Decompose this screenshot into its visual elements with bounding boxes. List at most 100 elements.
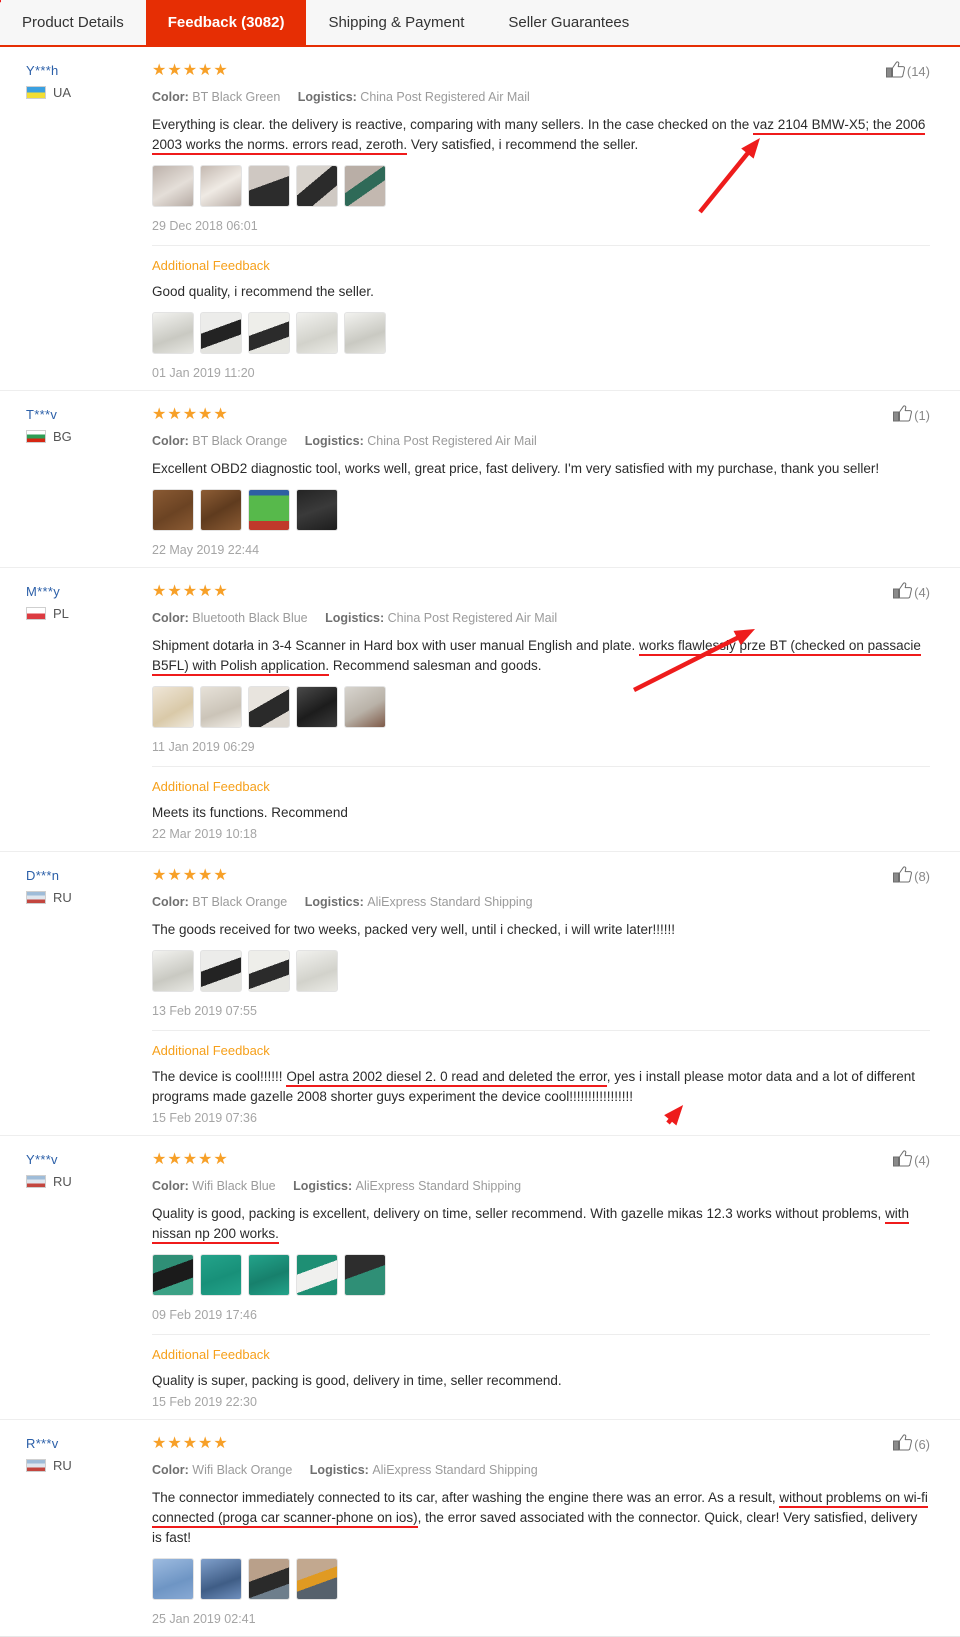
review-text-plain: Very satisfied, i recommend the seller. [407,137,639,152]
country-flag-icon [26,607,46,620]
country-flag-icon [26,1175,46,1188]
review-photo-row [152,1558,930,1600]
additional-feedback-block: Additional Feedback Meets its functions. … [152,766,930,841]
tab-shipping-payment[interactable]: Shipping & Payment [306,0,487,45]
thumb-up-icon[interactable] [893,405,913,425]
buyer-name[interactable]: D***n [26,868,152,883]
helpful-count: (4) [914,1152,930,1168]
helpful-button[interactable]: (14) [885,61,930,81]
review-photo-thumbnail[interactable] [296,489,338,531]
review-photo-thumbnail[interactable] [152,950,194,992]
review-photo-thumbnail[interactable] [344,1254,386,1296]
review-photo-thumbnail[interactable] [344,165,386,207]
logistics-label: Logistics: [304,434,368,448]
review-photo-thumbnail[interactable] [152,489,194,531]
review-photo-thumbnail[interactable] [296,950,338,992]
review-photo-thumbnail[interactable] [248,312,290,354]
review-text-plain: Shipment dotarła in 3-4 Scanner in Hard … [152,638,640,653]
review-photo-thumbnail[interactable] [248,489,290,531]
review-photo-row [152,686,930,728]
additional-feedback-title: Additional Feedback [152,1347,270,1362]
color-value: Wifi Black Blue [192,1179,276,1193]
review-photo-thumbnail[interactable] [296,1558,338,1600]
country-code: PL [53,606,69,621]
review-photo-thumbnail[interactable] [344,312,386,354]
review-photo-thumbnail[interactable] [152,165,194,207]
review-photo-thumbnail[interactable] [248,950,290,992]
helpful-button[interactable]: (4) [893,1150,930,1170]
helpful-button[interactable]: (4) [893,582,930,602]
thumb-up-glyph [893,866,913,883]
review-photo-thumbnail[interactable] [200,312,242,354]
product-tab-bar: Product Details Feedback (3082) Shipping… [0,0,960,47]
review-photo-thumbnail[interactable] [200,686,242,728]
thumb-up-icon[interactable] [885,61,905,81]
additional-feedback-block: Additional Feedback Quality is super, pac… [152,1334,930,1409]
review-photo-thumbnail[interactable] [152,1254,194,1296]
buyer-name[interactable]: R***v [26,1436,152,1451]
logistics-label: Logistics: [325,611,388,625]
review-photo-thumbnail[interactable] [152,686,194,728]
buyer-name[interactable]: T***v [26,407,152,422]
color-value: BT Black Green [192,90,281,104]
logistics-label: Logistics: [304,895,368,909]
color-value: Wifi Black Orange [192,1463,293,1477]
review-photo-thumbnail[interactable] [248,1558,290,1600]
buyer-name[interactable]: Y***v [26,1152,152,1167]
helpful-button[interactable]: (8) [893,866,930,886]
tab-product-details[interactable]: Product Details [0,0,146,45]
color-value: BT Black Orange [192,434,288,448]
review-text-plain: Recommend salesman and goods. [329,658,542,673]
color-label: Color: [152,1463,193,1477]
review-photo-thumbnail[interactable] [248,165,290,207]
review-photo-thumbnail[interactable] [152,312,194,354]
review-photo-thumbnail[interactable] [296,1254,338,1296]
additional-feedback-title: Additional Feedback [152,779,270,794]
thumb-up-icon[interactable] [893,582,913,602]
logistics-value: China Post Registered Air Mail [367,434,537,448]
thumb-up-icon[interactable] [893,1434,913,1454]
review-item: R***v RU ★★★★★ (6) Color: Wifi Black Oran… [0,1420,960,1637]
star-rating: ★★★★★ [152,406,229,423]
review-photo-thumbnail[interactable] [200,1254,242,1296]
review-photo-thumbnail[interactable] [200,950,242,992]
review-photo-thumbnail[interactable] [344,686,386,728]
buyer-name[interactable]: Y***h [26,63,152,78]
thumb-up-glyph [893,405,913,422]
review-photo-thumbnail[interactable] [296,165,338,207]
buyer-name[interactable]: M***y [26,584,152,599]
color-value: BT Black Orange [192,895,288,909]
review-photo-thumbnail[interactable] [200,1558,242,1600]
thumb-up-glyph [893,582,913,599]
star-rating: ★★★★★ [152,1151,229,1168]
logistics-value: AliExpress Standard Shipping [355,1179,522,1193]
thumb-up-icon[interactable] [893,1150,913,1170]
tab-seller-guarantees[interactable]: Seller Guarantees [486,0,652,45]
helpful-count: (4) [914,584,930,600]
logistics-value: AliExpress Standard Shipping [372,1463,538,1477]
review-item: Y***h UA ★★★★★ (14) Color: BT Black Green… [0,47,960,391]
buyer-country: RU [26,1458,152,1473]
review-photo-thumbnail[interactable] [248,1254,290,1296]
review-photo-thumbnail[interactable] [296,312,338,354]
review-photo-thumbnail[interactable] [200,165,242,207]
review-text-plain: Good quality, i recommend the seller. [152,284,374,299]
review-date: 22 May 2019 22:44 [152,543,260,557]
additional-feedback-title: Additional Feedback [152,258,270,273]
review-photo-thumbnail[interactable] [200,489,242,531]
star-rating: ★★★★★ [152,867,229,884]
review-photo-thumbnail[interactable] [152,1558,194,1600]
review-photo-row [152,950,930,992]
tab-feedback[interactable]: Feedback (3082) [145,0,307,45]
additional-feedback-text: The device is cool!!!!!! Opel astra 2002… [152,1067,930,1107]
country-flag-icon [26,430,46,443]
country-code: BG [53,429,72,444]
helpful-button[interactable]: (6) [893,1434,930,1454]
thumb-up-glyph [885,61,905,78]
review-photo-thumbnail[interactable] [296,686,338,728]
review-photo-row [152,165,930,207]
helpful-button[interactable]: (1) [893,405,930,425]
review-text-plain: Everything is clear. the delivery is rea… [152,117,754,132]
thumb-up-icon[interactable] [893,866,913,886]
review-photo-thumbnail[interactable] [248,686,290,728]
